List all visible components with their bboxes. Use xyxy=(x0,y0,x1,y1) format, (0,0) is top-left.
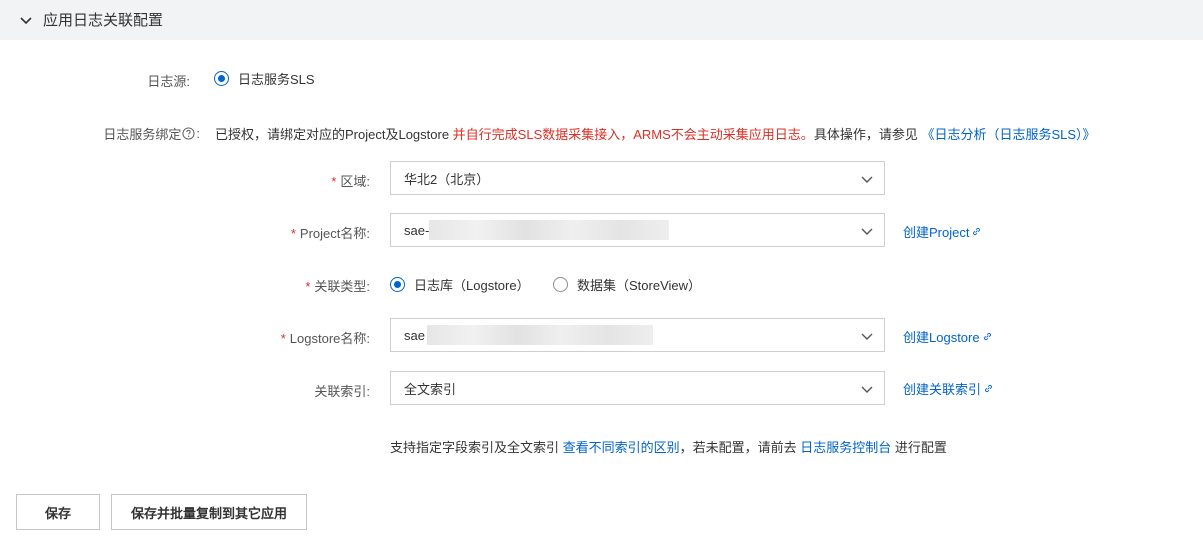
sls-doc-link[interactable]: 《日志分析（日志服务SLS）》 xyxy=(921,127,1095,142)
section-title: 应用日志关联配置 xyxy=(43,12,164,29)
binding-text-prefix: 已授权，请绑定对应的Project及Logstore xyxy=(215,127,453,142)
link-type-storeview-radio[interactable]: 数据集（StoreView） xyxy=(553,275,701,294)
create-index-label: 创建关联索引 xyxy=(903,382,982,397)
chevron-down-icon xyxy=(861,228,873,235)
binding-label: 日志服务绑定 xyxy=(103,127,182,142)
binding-text-suffix: 具体操作，请参见 xyxy=(813,127,922,142)
section-header[interactable]: 应用日志关联配置 xyxy=(0,0,1203,40)
log-source-label: 日志源: xyxy=(147,74,190,89)
help-icon[interactable] xyxy=(182,127,195,140)
chevron-down-icon xyxy=(861,176,873,183)
region-label: * 区域: xyxy=(280,171,370,190)
index-value: 全文索引 xyxy=(404,381,457,397)
create-index-link[interactable]: 创建关联索引 xyxy=(903,379,994,398)
index-hint: 支持指定字段索引及全文索引 查看不同索引的区别，若未配置，请前去 日志服务控制台… xyxy=(390,437,947,456)
index-label: 关联索引: xyxy=(314,384,370,399)
index-select[interactable]: 全文索引 xyxy=(390,371,885,405)
link-type-label: * 关联类型: xyxy=(280,276,370,295)
redacted-logstore-name xyxy=(426,325,653,345)
required-mark: * xyxy=(331,174,337,189)
create-project-label: 创建Project xyxy=(903,225,970,240)
hint-text-middle: ，若未配置，请前去 xyxy=(679,440,801,455)
required-mark: * xyxy=(305,279,311,294)
project-select[interactable]: sae- xyxy=(390,213,885,247)
binding-label-row: 日志服务绑定 : xyxy=(60,124,200,143)
region-select[interactable]: 华北2（北京） xyxy=(390,161,885,195)
project-value: sae- xyxy=(404,222,430,238)
region-label-text: 区域: xyxy=(340,174,370,189)
binding-description: 已授权，请绑定对应的Project及Logstore 并自行完成SLS数据采集接… xyxy=(215,124,1096,143)
link-type-logstore-label: 日志库（Logstore） xyxy=(414,278,530,293)
create-logstore-link[interactable]: 创建Logstore xyxy=(903,327,993,346)
link-type-label-text: 关联类型: xyxy=(314,279,370,294)
link-type-storeview-label: 数据集（StoreView） xyxy=(577,278,702,293)
chevron-down-icon xyxy=(861,333,873,340)
external-link-icon xyxy=(983,332,991,341)
logstore-label-text: Logstore名称: xyxy=(289,331,370,346)
external-link-icon xyxy=(973,227,981,236)
logstore-select[interactable]: sae xyxy=(390,318,885,352)
binding-text-warning: 并自行完成SLS数据采集接入，ARMS不会主动采集应用日志。 xyxy=(452,127,814,142)
save-and-copy-button[interactable]: 保存并批量复制到其它应用 xyxy=(111,494,307,530)
chevron-down-icon[interactable] xyxy=(18,12,34,28)
chevron-down-icon xyxy=(861,386,873,393)
sls-console-link[interactable]: 日志服务控制台 xyxy=(800,440,891,455)
log-source-sls-radio[interactable]: 日志服务SLS xyxy=(214,69,315,88)
hint-text-prefix: 支持指定字段索引及全文索引 xyxy=(390,440,563,455)
radio-unchecked-icon[interactable] xyxy=(553,277,568,292)
hint-text-suffix: 进行配置 xyxy=(891,440,947,455)
project-label: * Project名称: xyxy=(240,223,370,242)
radio-checked-icon[interactable] xyxy=(390,277,405,292)
save-button[interactable]: 保存 xyxy=(16,494,100,530)
binding-label-colon: : xyxy=(196,126,200,141)
project-label-text: Project名称: xyxy=(299,226,370,241)
region-value: 华北2（北京） xyxy=(404,171,490,187)
create-project-link[interactable]: 创建Project xyxy=(903,222,982,241)
log-source-sls-label: 日志服务SLS xyxy=(238,72,315,87)
link-type-logstore-radio[interactable]: 日志库（Logstore） xyxy=(390,275,530,294)
create-logstore-label: 创建Logstore xyxy=(903,330,980,345)
required-mark: * xyxy=(290,226,296,241)
logstore-label: * Logstore名称: xyxy=(240,328,370,347)
required-mark: * xyxy=(280,331,286,346)
redacted-project-name xyxy=(429,220,670,240)
index-diff-link[interactable]: 查看不同索引的区别 xyxy=(563,440,680,455)
radio-checked-icon[interactable] xyxy=(214,71,229,86)
logstore-value: sae xyxy=(404,327,425,343)
external-link-icon xyxy=(985,384,992,393)
